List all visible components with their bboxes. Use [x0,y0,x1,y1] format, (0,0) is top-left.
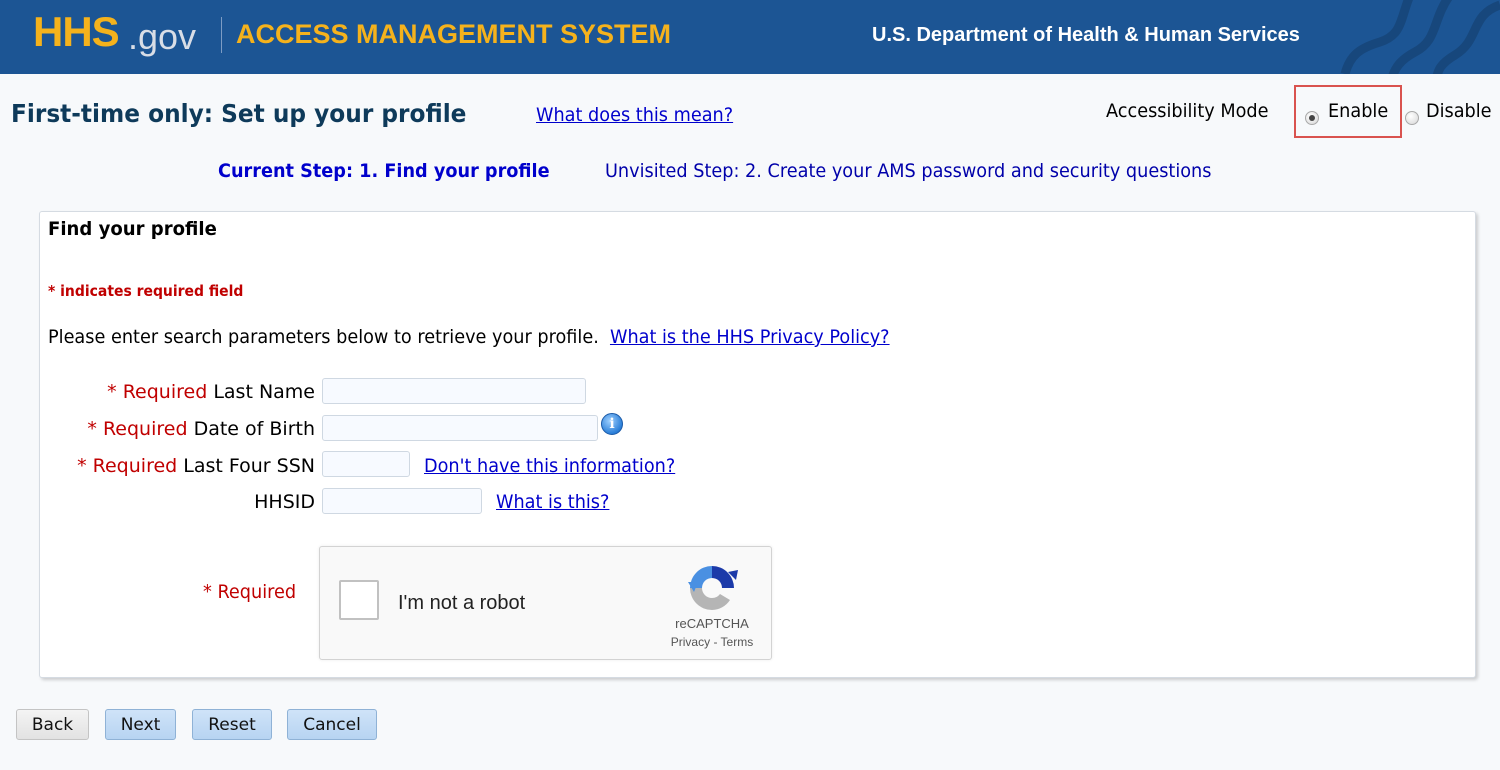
header-divider [221,17,222,53]
hhsid-label: HHSID [254,491,315,513]
required-marker: * Required [107,381,208,403]
info-icon[interactable]: i [601,413,623,435]
last-name-label: * Required Last Name [107,381,315,403]
captcha-required-label: * Required [203,581,297,603]
next-button[interactable]: Next [105,709,176,740]
date-of-birth-label: * Required Date of Birth [87,418,315,440]
page-title: First-time only: Set up your profile [11,99,467,128]
field-label-text: HHSID [254,491,315,513]
last-four-ssn-label: * Required Last Four SSN [77,455,315,477]
recaptcha-checkbox[interactable] [339,580,379,620]
accessibility-enable-label[interactable]: Enable [1328,100,1388,122]
hhsid-input[interactable] [322,488,482,514]
panel-title: Find your profile [48,218,217,240]
accessibility-disable-label[interactable]: Disable [1426,100,1492,122]
cancel-button[interactable]: Cancel [287,709,377,740]
field-label-text: Last Name [213,381,315,403]
required-marker: * Required [87,418,188,440]
accessibility-disable-radio[interactable] [1405,111,1419,125]
back-button[interactable]: Back [16,709,89,740]
what-does-this-mean-link[interactable]: What does this mean? [536,104,733,126]
current-step: Current Step: 1. Find your profile [218,160,550,182]
required-marker: * Required [77,455,178,477]
last-name-input[interactable] [322,378,586,404]
recaptcha-brand: reCAPTCHA [675,616,749,631]
accessibility-enable-radio[interactable] [1305,111,1319,125]
intro-text: Please enter search parameters below to … [48,326,890,348]
required-field-note: * indicates required field [48,282,244,300]
site-header: HHS .gov ACCESS MANAGEMENT SYSTEM U.S. D… [0,0,1500,74]
recaptcha-logo-icon [688,566,738,610]
reset-button[interactable]: Reset [192,709,272,740]
accessibility-mode-label: Accessibility Mode [1106,100,1269,122]
hhs-eagle-icon [1340,0,1500,74]
hhs-logo[interactable]: HHS [33,8,120,56]
dont-have-info-link[interactable]: Don't have this information? [424,455,675,477]
intro-label: Please enter search parameters below to … [48,326,599,348]
unvisited-step: Unvisited Step: 2. Create your AMS passw… [605,160,1212,182]
field-label-text: Last Four SSN [183,455,315,477]
recaptcha-privacy-terms-link[interactable]: Privacy - Terms [660,635,764,649]
last-four-ssn-input[interactable] [322,451,410,477]
field-label-text: Date of Birth [193,418,315,440]
date-of-birth-input[interactable] [322,415,598,441]
what-is-this-link[interactable]: What is this? [496,491,609,513]
system-title: ACCESS MANAGEMENT SYSTEM [236,19,672,49]
department-title: U.S. Department of Health & Human Servic… [872,24,1300,46]
privacy-policy-link[interactable]: What is the HHS Privacy Policy? [610,326,890,348]
recaptcha-label[interactable]: I'm not a robot [398,592,525,615]
hhs-logo-suffix[interactable]: .gov [128,16,196,58]
